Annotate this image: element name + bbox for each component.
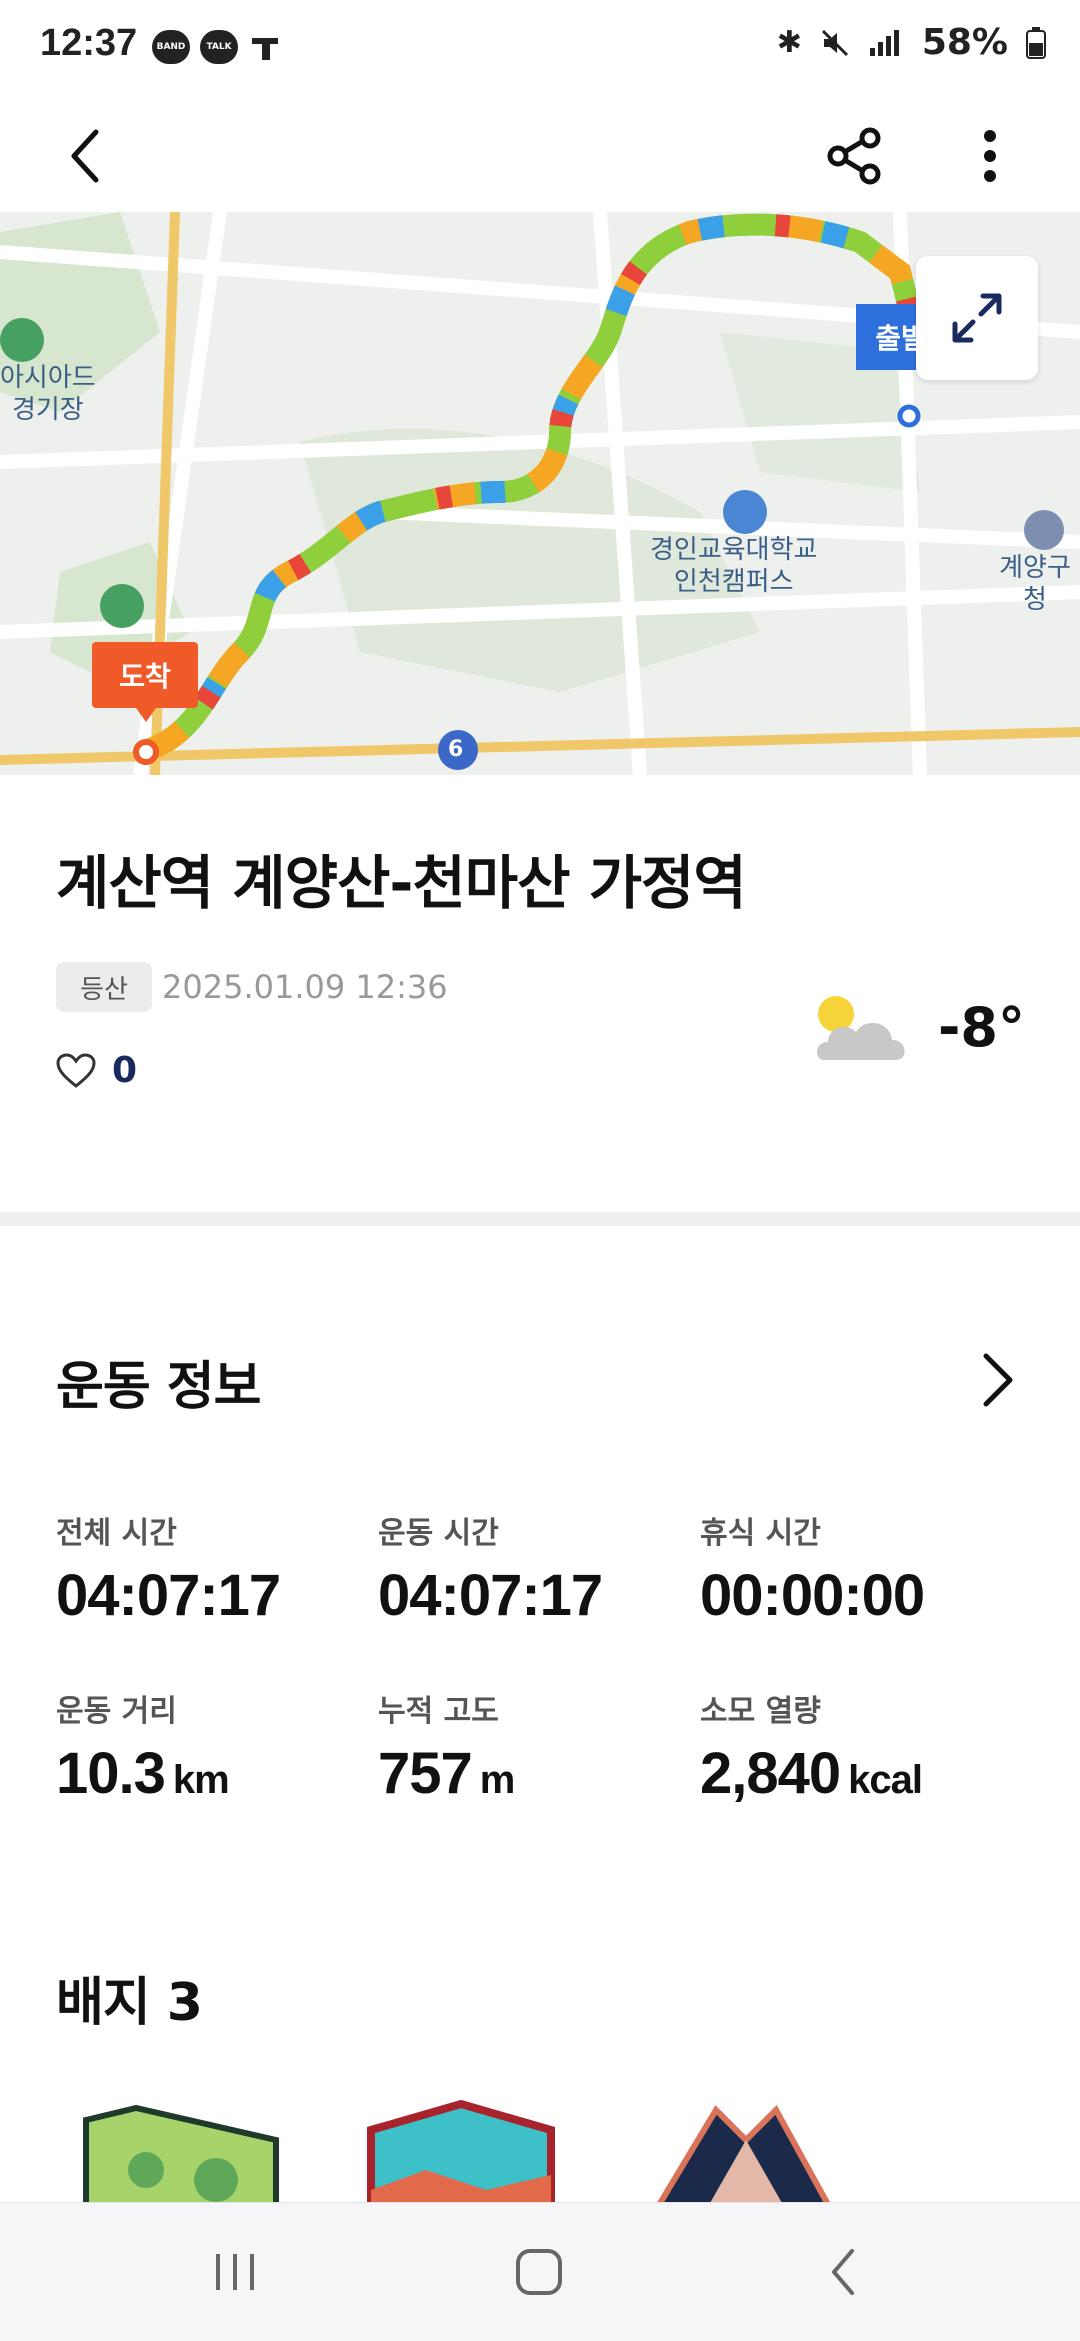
home-icon xyxy=(516,2249,562,2295)
stat-label: 휴식 시간 xyxy=(700,1516,821,1551)
stat-unit: m xyxy=(479,1758,516,1802)
bluetooth-icon: ✱ xyxy=(776,25,802,60)
map-place-label: 경인교육대학교 인천캠퍼스 xyxy=(650,535,818,597)
recent-apps-button[interactable] xyxy=(190,2237,280,2307)
battery-icon xyxy=(1026,26,1046,59)
stat-unit: kcal xyxy=(848,1758,923,1802)
system-navigation-bar xyxy=(0,2202,1080,2341)
like-count: 0 xyxy=(112,1050,138,1091)
status-bar: 12:37 BAND TALK ✱ 58% xyxy=(0,0,1080,100)
stat-elevation: 누적 고도 757 m xyxy=(378,1686,678,1807)
stat-rest-time: 휴식 시간 00:00:00 xyxy=(700,1508,1000,1629)
exercise-section-title: 운동 정보 xyxy=(56,1357,261,1417)
stat-value: 00:00:00 xyxy=(700,1562,1000,1629)
stat-number: 00:00:00 xyxy=(700,1563,925,1628)
share-button[interactable] xyxy=(812,114,896,198)
more-options-button[interactable] xyxy=(948,114,1032,198)
stat-label: 운동 거리 xyxy=(56,1694,177,1729)
weather-indicator xyxy=(812,988,912,1068)
battery-percent: 58% xyxy=(921,22,1008,63)
status-indicators: ✱ 58% xyxy=(777,22,1046,63)
notification-icons: BAND TALK xyxy=(152,30,282,64)
stat-value: 2,840 kcal xyxy=(700,1740,1000,1807)
stat-number: 2,840 xyxy=(700,1741,841,1806)
partly-cloudy-icon xyxy=(816,996,905,1060)
stat-number: 10.3 xyxy=(56,1741,166,1806)
like-button[interactable]: 0 xyxy=(56,1050,137,1091)
share-icon xyxy=(827,127,881,185)
route-map[interactable]: 아시아드 경기장 경인교육대학교 인천캠퍼스 계양구청 6 출발 도착 xyxy=(0,212,1080,775)
end-marker: 도착 xyxy=(92,642,198,722)
category-tag: 등산 xyxy=(56,962,152,1012)
stat-label: 운동 시간 xyxy=(378,1516,499,1551)
temperature: -8° xyxy=(938,996,1025,1059)
stat-label: 전체 시간 xyxy=(56,1516,177,1551)
map-road-number: 6 xyxy=(448,737,464,762)
more-vertical-icon xyxy=(984,130,996,182)
badge-mountain-forest-icon[interactable] xyxy=(76,2100,286,2204)
system-back-button[interactable] xyxy=(798,2237,888,2307)
badge-peak-icon[interactable] xyxy=(646,2100,836,2204)
mute-icon xyxy=(821,29,848,56)
stat-number: 757 xyxy=(378,1741,473,1806)
stat-value: 04:07:17 xyxy=(56,1562,356,1629)
badges-section-title: 배지 3 xyxy=(56,1973,203,2033)
stat-value: 757 m xyxy=(378,1740,678,1807)
top-app-bar xyxy=(0,100,1080,212)
heart-icon xyxy=(56,1052,96,1088)
section-divider xyxy=(0,1212,1080,1226)
stat-label: 소모 열량 xyxy=(700,1694,821,1729)
stat-distance: 운동 거리 10.3 km xyxy=(56,1686,356,1807)
stat-number: 04:07:17 xyxy=(378,1563,603,1628)
activity-title: 계산역 계양산-천마산 가정역 xyxy=(56,849,747,917)
system-back-icon xyxy=(832,2249,854,2295)
home-button[interactable] xyxy=(494,2237,584,2307)
talk-notification-icon: TALK xyxy=(200,30,238,64)
chevron-right-icon xyxy=(983,1353,1013,1407)
signal-icon xyxy=(869,29,899,56)
stat-unit: km xyxy=(172,1758,230,1802)
map-place-label: 아시아드 경기장 xyxy=(0,363,96,425)
badge-list xyxy=(56,2100,1056,2204)
activity-datetime: 2025.01.09 12:36 xyxy=(162,968,448,1006)
exercise-detail-button[interactable] xyxy=(972,1350,1022,1410)
back-button[interactable] xyxy=(44,114,128,198)
back-arrow-icon xyxy=(71,129,99,183)
stat-label: 누적 고도 xyxy=(378,1694,499,1729)
stat-exercise-time: 운동 시간 04:07:17 xyxy=(378,1508,678,1629)
stat-number: 04:07:17 xyxy=(56,1563,281,1628)
band-notification-icon: BAND xyxy=(152,30,190,64)
recent-apps-icon xyxy=(216,2254,254,2290)
badge-landscape-icon[interactable] xyxy=(366,2100,556,2204)
map-place-label: 계양구청 xyxy=(999,553,1071,615)
stat-calories: 소모 열량 2,840 kcal xyxy=(700,1686,1000,1807)
stat-value: 04:07:17 xyxy=(378,1562,678,1629)
stat-total-time: 전체 시간 04:07:17 xyxy=(56,1508,356,1629)
status-time: 12:37 xyxy=(40,22,138,64)
app-notification-icon xyxy=(252,38,278,60)
expand-icon xyxy=(952,293,1002,343)
stat-value: 10.3 km xyxy=(56,1740,356,1807)
expand-map-button[interactable] xyxy=(916,256,1038,380)
